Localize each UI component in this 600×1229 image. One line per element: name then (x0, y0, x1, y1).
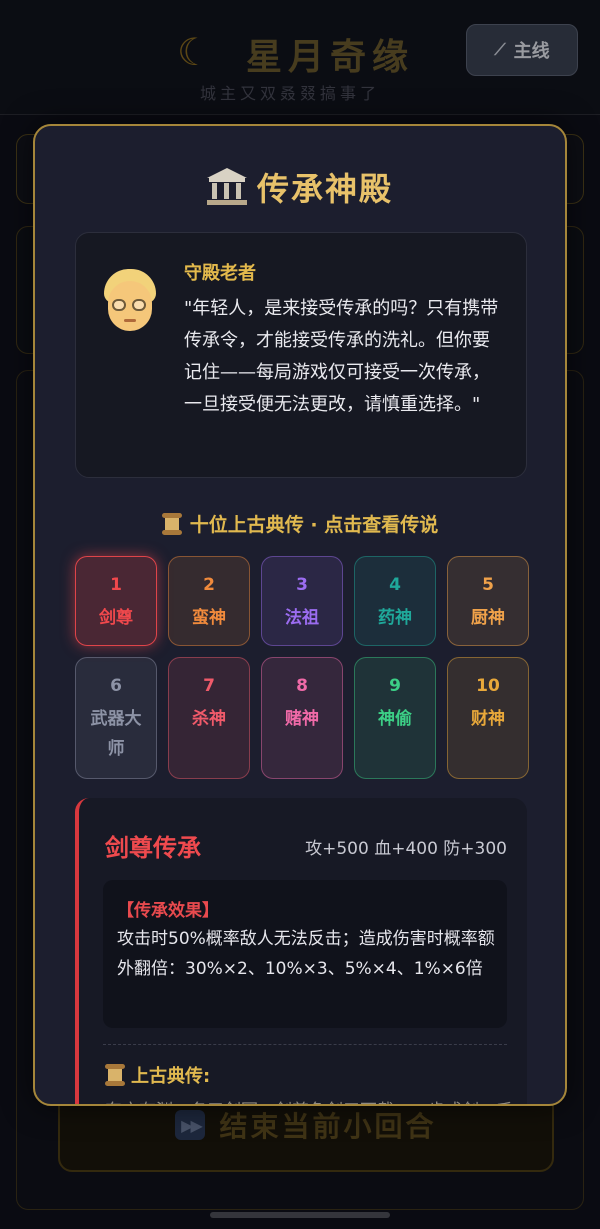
inheritance-card-6[interactable]: 6 武器大师 (75, 657, 157, 779)
inheritance-detail-panel: 剑尊传承 攻+500 血+400 防+300 【传承效果】 攻击时50%概率敌人… (75, 798, 527, 1104)
elder-quote: "年轻人，是来接受传承的吗？只有携带传承令，才能接受传承的洗礼。但你要记住——每… (184, 298, 499, 415)
inheritance-section-title: 十位上古典传 · 点击查看传说 (35, 510, 565, 537)
scroll-icon (161, 512, 182, 535)
old-man-avatar-icon (100, 269, 160, 335)
legend-title: 上古典传: (105, 1062, 210, 1088)
inheritance-number: 4 (389, 575, 401, 595)
inheritance-card-2[interactable]: 2 蛮神 (168, 556, 250, 646)
elder-name: 守殿老者 (184, 263, 256, 284)
inheritance-number: 3 (296, 575, 308, 595)
scroll-icon (105, 1064, 125, 1086)
inheritance-name: 财神 (471, 709, 505, 729)
section-title-text: 十位上古典传 · 点击查看传说 (189, 514, 439, 536)
inheritance-name: 厨神 (471, 608, 505, 628)
inheritance-name: 法祖 (285, 608, 319, 628)
legend-title-text: 上古典传: (131, 1066, 211, 1087)
temple-icon (206, 168, 247, 206)
inheritance-number: 5 (482, 575, 494, 595)
inheritance-temple-modal: 传承神殿 守殿老者 "年轻人，是来接受传承的吗？只有携带传承令，才能接受传承的洗… (33, 124, 567, 1106)
legend-text: 东方有渊，名曰剑冢，剑尊负剑三万载，一步成剑，千 (105, 1096, 513, 1104)
inheritance-card-1[interactable]: 1 剑尊 (75, 556, 157, 646)
inheritance-card-8[interactable]: 8 赌神 (261, 657, 343, 779)
inheritance-name: 杀神 (192, 709, 226, 729)
inheritance-number: 2 (203, 575, 215, 595)
inheritance-card-10[interactable]: 10 财神 (447, 657, 529, 779)
inheritance-card-7[interactable]: 7 杀神 (168, 657, 250, 779)
inheritance-number: 7 (203, 676, 215, 696)
inheritance-number: 9 (389, 676, 401, 696)
inheritance-number: 8 (296, 676, 308, 696)
effect-label: 【传承效果】 (117, 901, 219, 921)
elder-dialog-card: 守殿老者 "年轻人，是来接受传承的吗？只有携带传承令，才能接受传承的洗礼。但你要… (75, 232, 527, 478)
inheritance-number: 1 (110, 575, 122, 595)
modal-title: 传承神殿 (35, 164, 565, 210)
effect-box: 【传承效果】 攻击时50%概率敌人无法反击；造成伤害时概率额外翻倍：30%×2、… (103, 880, 507, 1028)
inheritance-card-3[interactable]: 3 法祖 (261, 556, 343, 646)
modal-title-text: 传承神殿 (256, 170, 393, 208)
inheritance-name: 蛮神 (192, 608, 226, 628)
effect-text: 攻击时50%概率敌人无法反击；造成伤害时概率额外翻倍：30%×2、10%×3、5… (117, 929, 495, 979)
inheritance-card-9[interactable]: 9 神偷 (354, 657, 436, 779)
inheritance-name: 神偷 (378, 709, 412, 729)
divider (103, 1044, 507, 1045)
inheritance-name: 药神 (378, 608, 412, 628)
inheritance-card-4[interactable]: 4 药神 (354, 556, 436, 646)
inheritance-number: 6 (110, 676, 122, 696)
inheritance-card-5[interactable]: 5 厨神 (447, 556, 529, 646)
inheritance-name: 武器大师 (90, 709, 142, 759)
detail-stats: 攻+500 血+400 防+300 (305, 839, 507, 859)
detail-title: 剑尊传承 (105, 834, 201, 862)
inheritance-grid: 1 剑尊 2 蛮神 3 法祖 4 药神 5 厨神 6 武器大师 7 杀神 8 赌神 9 神偷 10 财神 (75, 556, 529, 779)
inheritance-name: 赌神 (285, 709, 319, 729)
inheritance-number: 10 (476, 676, 500, 696)
inheritance-name: 剑尊 (99, 608, 133, 628)
